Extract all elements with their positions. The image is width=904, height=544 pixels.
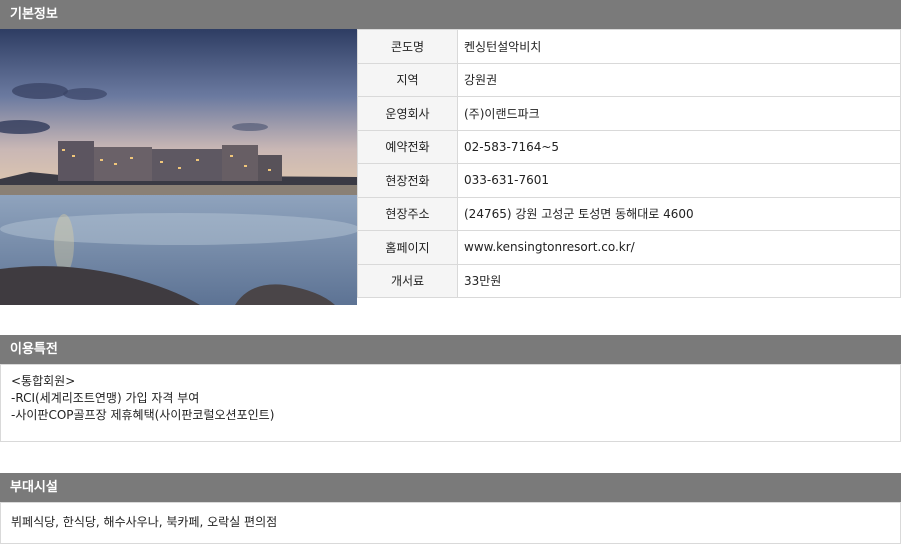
info-value: 강원권 [457, 62, 901, 97]
info-value: (24765) 강원 고성군 토성면 동해대로 4600 [457, 196, 901, 231]
info-value: (주)이랜드파크 [457, 96, 901, 131]
benefit-line: <통합회원> [11, 374, 76, 388]
benefit-line: -사이판COP골프장 제휴혜택(사이판코럴오션포인트) [11, 408, 275, 422]
facilities-header: 부대시설 [0, 473, 901, 502]
benefits-box: <통합회원> -RCI(세계리조트연맹) 가입 자격 부여 -사이판COP골프장… [0, 364, 901, 442]
info-label: 홈페이지 [357, 230, 458, 265]
info-row: 현장주소 (24765) 강원 고성군 토성면 동해대로 4600 [357, 196, 901, 231]
benefits-header: 이용특전 [0, 335, 901, 364]
facilities-text: 뷔페식당, 한식당, 해수사우나, 북카페, 오락실 편의점 [11, 515, 278, 529]
info-value: 33만원 [457, 263, 901, 298]
benefit-line: -RCI(세계리조트연맹) 가입 자격 부여 [11, 391, 200, 405]
info-label: 개서료 [357, 263, 458, 298]
info-value: 02-583-7164~5 [457, 129, 901, 164]
info-label: 지역 [357, 62, 458, 97]
basic-info-table: 콘도명 켄싱턴설악비치 지역 강원권 운영회사 (주)이랜드파크 예약전화 02-583-71… [357, 29, 901, 298]
info-label: 예약전화 [357, 129, 458, 164]
info-label: 콘도명 [357, 29, 458, 64]
info-label: 현장전화 [357, 163, 458, 198]
info-row: 지역 강원권 [357, 62, 901, 97]
info-label: 운영회사 [357, 96, 458, 131]
info-row: 콘도명 켄싱턴설악비치 [357, 29, 901, 64]
info-row: 예약전화 02-583-7164~5 [357, 129, 901, 164]
info-row: 홈페이지 www.kensingtonresort.co.kr/ [357, 230, 901, 265]
info-label: 현장주소 [357, 196, 458, 231]
info-row: 현장전화 033-631-7601 [357, 163, 901, 198]
resort-photo [0, 29, 357, 305]
benefits-title: 이용특전 [10, 342, 58, 357]
info-row: 운영회사 (주)이랜드파크 [357, 96, 901, 131]
info-value: 켄싱턴설악비치 [457, 29, 901, 64]
info-value: 033-631-7601 [457, 163, 901, 198]
info-row: 개서료 33만원 [357, 263, 901, 298]
info-value[interactable]: www.kensingtonresort.co.kr/ [457, 230, 901, 265]
basic-info-title: 기본정보 [10, 7, 58, 22]
basic-info-header: 기본정보 [0, 0, 901, 29]
facilities-title: 부대시설 [10, 480, 58, 495]
facilities-box: 뷔페식당, 한식당, 해수사우나, 북카페, 오락실 편의점 [0, 502, 901, 544]
